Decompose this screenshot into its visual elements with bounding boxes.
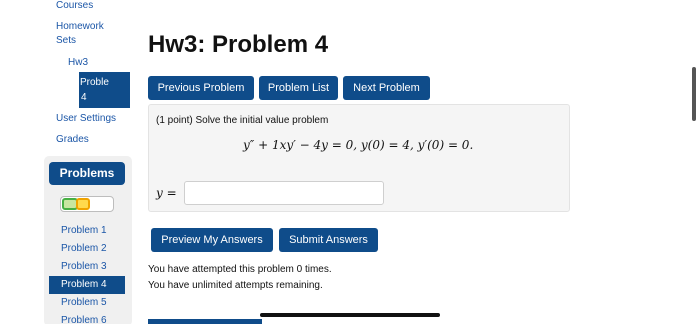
nav-homework-sets-link[interactable]: Homework Sets <box>56 20 116 48</box>
problem-points-text: (1 point) Solve the initial value proble… <box>156 115 329 126</box>
answer-input[interactable] <box>184 181 384 205</box>
nav-courses-link[interactable]: Courses <box>56 0 93 13</box>
problem-list-item-3[interactable]: Problem 3 <box>49 258 125 276</box>
problem-statement-box: (1 point) Solve the initial value proble… <box>148 104 570 212</box>
progress-partial <box>76 198 90 210</box>
problems-panel: Problems Problem 1 Problem 2 Problem 3 P… <box>44 156 132 324</box>
problem-list: Problem 1 Problem 2 Problem 3 Problem 4 … <box>49 222 125 324</box>
scrollbar-thumb[interactable] <box>692 67 696 121</box>
problem-list-button[interactable]: Problem List <box>259 76 338 100</box>
problem-list-item-5[interactable]: Problem 5 <box>49 294 125 312</box>
submit-answers-button[interactable]: Submit Answers <box>279 228 378 252</box>
nav-current-problem-line1: Proble <box>80 77 109 88</box>
next-problem-button[interactable]: Next Problem <box>343 76 430 100</box>
previous-problem-button[interactable]: Previous Problem <box>148 76 254 100</box>
partially-visible-button[interactable] <box>148 319 262 324</box>
home-indicator <box>260 313 440 317</box>
progress-bar <box>60 196 114 212</box>
nav-user-settings-link[interactable]: User Settings <box>56 112 116 126</box>
answer-label: y = <box>156 186 177 200</box>
nav-current-problem-line2: 4 <box>81 92 87 103</box>
nav-current-problem[interactable]: Proble 4 <box>79 72 130 108</box>
problems-heading-button[interactable]: Problems <box>49 162 125 185</box>
problem-equation: y″ + 1xy′ − 4y = 0, y(0) = 4, y′(0) = 0. <box>243 138 474 152</box>
attempts-status: You have attempted this problem 0 times. <box>148 264 332 275</box>
problem-list-item-2[interactable]: Problem 2 <box>49 240 125 258</box>
nav-grades-link[interactable]: Grades <box>56 133 89 147</box>
problem-list-item-6[interactable]: Problem 6 <box>49 312 125 324</box>
nav-hw3-link[interactable]: Hw3 <box>68 56 88 70</box>
remaining-attempts-status: You have unlimited attempts remaining. <box>148 280 323 291</box>
problem-list-item-4[interactable]: Problem 4 <box>49 276 125 294</box>
preview-answers-button[interactable]: Preview My Answers <box>151 228 273 252</box>
problem-list-item-1[interactable]: Problem 1 <box>49 222 125 240</box>
page-title: Hw3: Problem 4 <box>148 31 329 58</box>
